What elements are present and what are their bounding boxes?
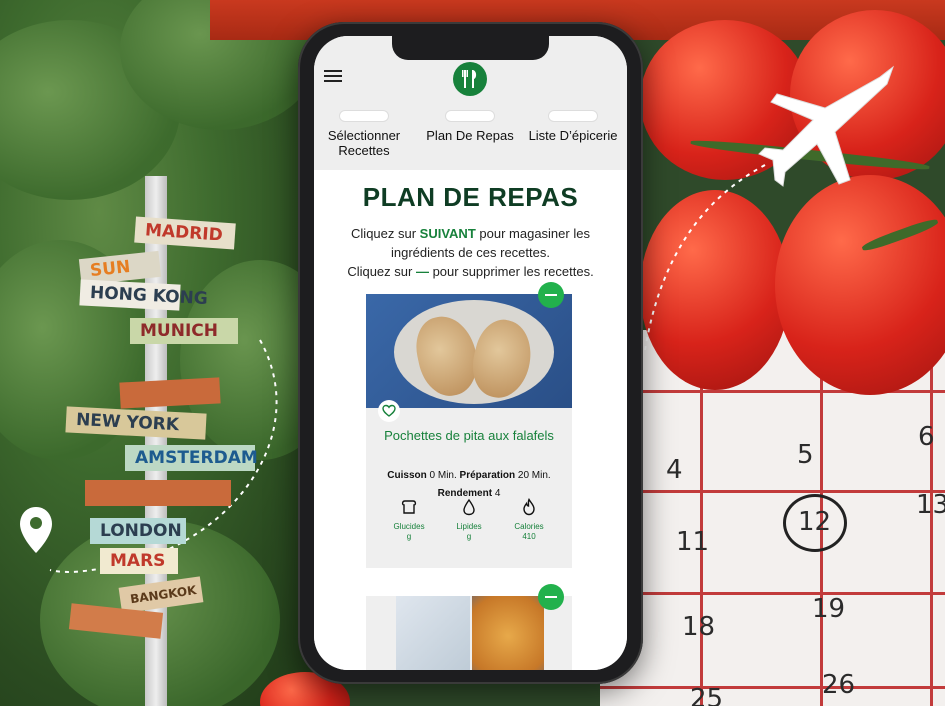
recipe-photo [396, 596, 470, 670]
recipe-card[interactable]: Pochettes de pita aux falafels Cuisson 0… [366, 294, 572, 568]
calendar-day: 25 [690, 684, 724, 706]
nutrition-value: g [406, 532, 412, 541]
main-content: PLAN DE REPAS Cliquez sur SUIVANT pour m… [314, 170, 627, 670]
sign-blank [119, 377, 221, 409]
calendar-day: 13 [916, 490, 945, 520]
nutrition-calories: Calories 410 [504, 498, 554, 542]
tab-indicator [445, 110, 495, 122]
drop-icon [463, 498, 475, 516]
tab-grocery-list[interactable]: Liste D’épicerie [523, 110, 623, 143]
calendar-line [600, 490, 945, 493]
airplane-icon [758, 65, 895, 187]
calendar-day: 19 [812, 594, 846, 624]
cook-label: Cuisson [387, 470, 427, 481]
recipe-photo [366, 294, 572, 408]
calendar-day: 4 [666, 455, 683, 485]
remove-recipe-button[interactable] [538, 282, 564, 308]
nutrition-value: g [466, 532, 472, 541]
tab-label: Plan De Repas [426, 128, 514, 143]
sign-munich: MUNICH [130, 318, 238, 344]
recipe-name[interactable]: Pochettes de pita aux falafels [366, 428, 572, 443]
location-pin-icon [20, 507, 52, 553]
calendar-line [600, 592, 945, 595]
tab-select-recipes[interactable]: Sélectionner Recettes [314, 110, 414, 158]
tab-label: Liste D’épicerie [528, 128, 618, 143]
recipe-photo [472, 596, 544, 670]
page-title: PLAN DE REPAS [362, 182, 579, 212]
cook-value: 0 Min. [429, 470, 457, 481]
sign-blank [85, 480, 231, 506]
calendar-day: 5 [797, 440, 814, 470]
prep-value: 20 Min. [517, 470, 551, 481]
tab-label: Sélectionner Recettes [327, 128, 401, 158]
calendar-day: 11 [676, 527, 710, 557]
tab-indicator [339, 110, 389, 122]
nutrition-label: Lipides [456, 522, 482, 531]
recipe-times: Cuisson 0 Min. Préparation 20 Min. [366, 470, 572, 481]
yield-value: 4 [494, 488, 501, 499]
calendar-line [600, 686, 945, 689]
phone-screen: Sélectionner Recettes Plan De Repas List… [314, 36, 627, 670]
tab-meal-plan[interactable]: Plan De Repas [420, 110, 520, 143]
nutrition-fat: Lipides g [444, 498, 494, 542]
hamburger-menu-icon[interactable] [324, 70, 342, 84]
sign-hong-kong: HONG KONG [79, 279, 208, 311]
flight-path [644, 164, 766, 351]
nutrition-value: 410 [522, 532, 536, 541]
nutrition-label: Calories [514, 522, 544, 531]
prep-label: Préparation [459, 470, 516, 481]
sign-amsterdam: AMSTERDAM [125, 445, 258, 471]
tab-indicator [548, 110, 598, 122]
fork-knife-logo-icon[interactable] [453, 62, 487, 96]
phone-notch [392, 36, 549, 60]
calendar-day: 6 [918, 422, 935, 452]
phone-mockup: Sélectionner Recettes Plan De Repas List… [298, 22, 643, 684]
sign-london: LONDON [90, 518, 186, 544]
calendar-day: 18 [682, 612, 716, 642]
remove-recipe-button[interactable] [538, 584, 564, 610]
instruction-text: pour supprimer les recettes. [428, 264, 594, 279]
bread-icon [401, 500, 417, 514]
remove-symbol: — [415, 264, 429, 279]
heart-icon[interactable] [378, 400, 400, 422]
instructions: Cliquez sur SUIVANT pour magasiner les i… [334, 224, 607, 281]
next-keyword: SUIVANT [419, 226, 476, 241]
sign-mars: MARS [100, 548, 178, 574]
nutrition-label: Glucides [393, 522, 425, 531]
flame-icon [523, 498, 535, 516]
calendar-day: 26 [822, 670, 856, 700]
nutrition-carbs: Glucides g [384, 498, 434, 542]
recipe-card[interactable] [366, 596, 572, 670]
instruction-text: Cliquez sur [351, 226, 420, 241]
instruction-text: Cliquez sur [347, 264, 416, 279]
circled-date [783, 494, 847, 552]
